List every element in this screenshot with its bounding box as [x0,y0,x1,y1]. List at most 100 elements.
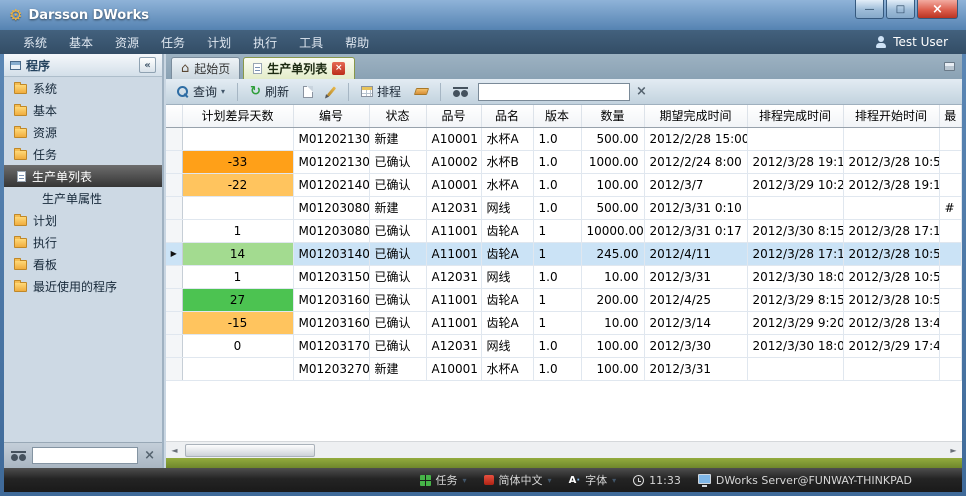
close-button[interactable]: × [917,0,958,19]
table-row[interactable]: -15M012031602已确认A11001齿轮A110.002012/3/14… [166,311,962,334]
pencil-icon [327,86,336,96]
cell-name: 齿轮A [481,288,533,311]
menu-execute[interactable]: 执行 [242,31,288,54]
cell-name: 水杯A [481,127,533,150]
column-header-6[interactable]: 数量 [581,105,644,127]
schedule-button[interactable]: 排程 [357,81,405,102]
cell-qty: 245.00 [581,242,644,265]
cell-expect: 2012/3/31 [644,265,747,288]
sidebar-collapse-button[interactable]: « [139,57,156,73]
minimize-button[interactable]: — [855,0,884,19]
table-row[interactable]: ▶14M012031402已确认A11001齿轮A1245.002012/4/1… [166,242,962,265]
main-panel: ⌂ 起始页 生产单列表 × 查询 ▾ ↻ 刷新 [166,54,962,468]
user-indicator[interactable]: Test User [875,35,954,49]
column-header-1[interactable]: 编号 [293,105,369,127]
column-header-2[interactable]: 状态 [369,105,426,127]
toolbar-search-clear-icon[interactable]: × [636,85,647,98]
status-font-menu[interactable]: A 字体 ▾ [569,472,617,488]
row-selector[interactable] [166,357,182,380]
table-row[interactable]: 1M012030802已确认A11001齿轮A110000.002012/3/3… [166,219,962,242]
tab-home[interactable]: ⌂ 起始页 [171,57,240,79]
menu-tools[interactable]: 工具 [288,31,334,54]
scroll-right-icon[interactable]: ► [945,442,962,458]
scrollbar-thumb[interactable] [185,444,315,457]
cell-diff: 27 [182,288,293,311]
table-row[interactable]: M012021301新建A10001水杯A1.0500.002012/2/28 … [166,127,962,150]
sidebar-item-0[interactable]: 系统 [4,77,162,99]
row-selector[interactable] [166,127,182,150]
row-selector[interactable] [166,265,182,288]
panel-pin-icon[interactable] [944,62,955,71]
cell-ver: 1 [533,242,581,265]
table-row[interactable]: 0M012031701已确认A12031网线1.0100.002012/3/30… [166,334,962,357]
find-button[interactable] [449,85,472,99]
column-header-9[interactable]: 排程开始时间 [843,105,939,127]
menu-plan[interactable]: 计划 [196,31,242,54]
new-button[interactable] [299,84,317,100]
table-row[interactable]: -33M012021302已确认A10002水杯B1.01000.002012/… [166,150,962,173]
table-row[interactable]: M012030801新建A12031网线1.0500.002012/3/31 0… [166,196,962,219]
status-task-menu[interactable]: 任务 ▾ [420,472,467,488]
sidebar-item-6[interactable]: 计划 [4,209,162,231]
status-language-menu[interactable]: 简体中文 ▾ [484,472,552,488]
menu-system[interactable]: 系统 [12,31,58,54]
maximize-button[interactable]: □ [886,0,915,19]
tab-close-icon[interactable]: × [332,62,345,75]
row-selector[interactable] [166,311,182,334]
row-selector[interactable] [166,150,182,173]
column-header-0[interactable]: 计划差异天数 [182,105,293,127]
tab-production-order-list[interactable]: 生产单列表 × [243,57,355,79]
refresh-button[interactable]: ↻ 刷新 [246,81,293,102]
sidebar-search-clear-icon[interactable]: × [144,449,155,462]
sidebar-item-8[interactable]: 看板 [4,253,162,275]
row-selector[interactable] [166,219,182,242]
column-header-7[interactable]: 期望完成时间 [644,105,747,127]
sidebar-items: 系统基本资源任务生产单列表生产单属性计划执行看板最近使用的程序 [4,77,162,297]
table-row[interactable]: 27M012031601已确认A11001齿轮A1200.002012/4/25… [166,288,962,311]
cell-item: A12031 [426,265,481,288]
edit-button[interactable] [323,84,340,99]
menu-task[interactable]: 任务 [150,31,196,54]
column-header-3[interactable]: 品号 [426,105,481,127]
column-header-8[interactable]: 排程完成时间 [747,105,843,127]
sidebar-title: 程序 [26,57,50,74]
grid-header-row: 计划差异天数编号状态品号品名版本数量期望完成时间排程完成时间排程开始时间最 [166,105,962,127]
scroll-left-icon[interactable]: ◄ [166,442,183,458]
row-selector[interactable]: ▶ [166,242,182,265]
row-selector[interactable] [166,196,182,219]
menu-basic[interactable]: 基本 [58,31,104,54]
row-selector[interactable] [166,173,182,196]
sidebar-search-input[interactable] [32,447,138,464]
cell-status: 已确认 [369,334,426,357]
column-header-5[interactable]: 版本 [533,105,581,127]
column-header-4[interactable]: 品名 [481,105,533,127]
toolbar-search-input[interactable] [478,83,630,101]
erase-button[interactable] [411,86,432,97]
column-header-10[interactable]: 最 [939,105,962,127]
row-selector[interactable] [166,334,182,357]
cell-status: 新建 [369,357,426,380]
query-label: 查询 [193,83,217,100]
sidebar-item-5[interactable]: 生产单属性 [4,187,162,209]
toolbar-separator [348,83,349,101]
table-row[interactable]: -22M012021401已确认A10001水杯A1.0100.002012/3… [166,173,962,196]
menu-resource[interactable]: 资源 [104,31,150,54]
sidebar-item-9[interactable]: 最近使用的程序 [4,275,162,297]
horizontal-scrollbar[interactable]: ◄ ► [166,441,962,458]
sidebar-item-3[interactable]: 任务 [4,143,162,165]
sidebar-item-2[interactable]: 资源 [4,121,162,143]
query-button[interactable]: 查询 ▾ [173,81,229,102]
cell-start: 2012/3/28 10:52 [843,242,939,265]
sidebar-item-1[interactable]: 基本 [4,99,162,121]
sidebar-item-label: 任务 [33,146,57,163]
content-area: 程序 « 系统基本资源任务生产单列表生产单属性计划执行看板最近使用的程序 × ⌂… [4,54,962,468]
sidebar-item-7[interactable]: 执行 [4,231,162,253]
cell-start: 2012/3/28 17:13 [843,219,939,242]
cell-start [843,196,939,219]
table-row[interactable]: 1M012031501已确认A12031网线1.010.002012/3/312… [166,265,962,288]
sidebar-item-4[interactable]: 生产单列表 [4,165,162,187]
status-clock: 11:33 [633,474,681,487]
menu-help[interactable]: 帮助 [334,31,380,54]
table-row[interactable]: M012032701新建A10001水杯A1.0100.002012/3/31 [166,357,962,380]
row-selector[interactable] [166,288,182,311]
